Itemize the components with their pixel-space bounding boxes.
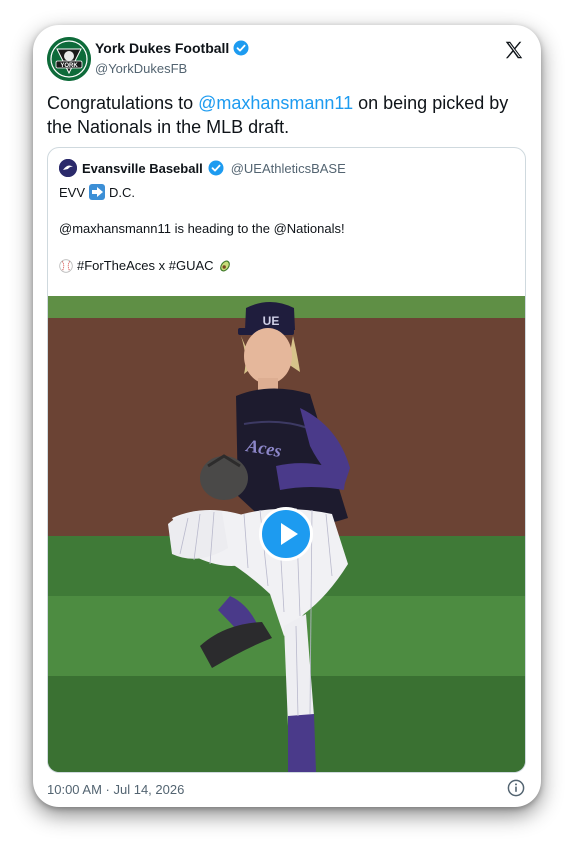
right-arrow-icon <box>89 184 106 200</box>
quote-line-2: @maxhansmann11 is heading to the @Nation… <box>59 221 345 236</box>
quote-line-1-left: EVV <box>59 184 86 200</box>
author-name-text[interactable]: York Dukes Football <box>95 40 229 56</box>
svg-text:UE: UE <box>263 314 280 328</box>
quote-hashtags[interactable]: #ForTheAces x #GUAC <box>77 258 214 273</box>
quote-avatar[interactable] <box>59 159 77 177</box>
info-icon[interactable] <box>507 779 525 797</box>
svg-text:YORK: YORK <box>60 63 78 69</box>
baseball-icon <box>59 258 73 273</box>
quote-line-3: #ForTheAces x #GUAC <box>59 258 232 273</box>
verified-badge-icon <box>233 40 249 56</box>
quote-line-1: EVV D.C. <box>59 184 135 200</box>
tweet-text-prefix: Congratulations to <box>47 93 199 113</box>
tweet-timestamp[interactable]: 10:00 AM · Jul 14, 2026 <box>47 782 184 797</box>
quoted-tweet[interactable]: Evansville Baseball @UEAthleticsBASE EVV… <box>47 147 526 773</box>
tweet-text: Congratulations to @maxhansmann11 on bei… <box>47 91 531 139</box>
quote-line-1-right: D.C. <box>109 184 136 200</box>
avocado-icon <box>219 260 230 271</box>
play-button-icon[interactable] <box>259 507 313 561</box>
author-handle[interactable]: @YorkDukesFB <box>95 61 187 76</box>
quote-author-name[interactable]: Evansville Baseball <box>82 161 203 176</box>
quote-author-handle[interactable]: @UEAthleticsBASE <box>231 161 346 176</box>
video-thumbnail[interactable]: UE Aces <box>48 296 525 772</box>
author-name[interactable]: York Dukes Football <box>95 40 249 56</box>
mention-link[interactable]: @maxhansmann11 <box>198 93 353 113</box>
author-avatar[interactable]: YORK <box>47 37 91 81</box>
x-logo-icon[interactable] <box>503 39 525 61</box>
quote-header: Evansville Baseball @UEAthleticsBASE <box>59 159 346 177</box>
verified-badge-icon <box>208 160 224 176</box>
tweet-card: YORK York Dukes Football @YorkDukesFB Co… <box>33 25 541 807</box>
